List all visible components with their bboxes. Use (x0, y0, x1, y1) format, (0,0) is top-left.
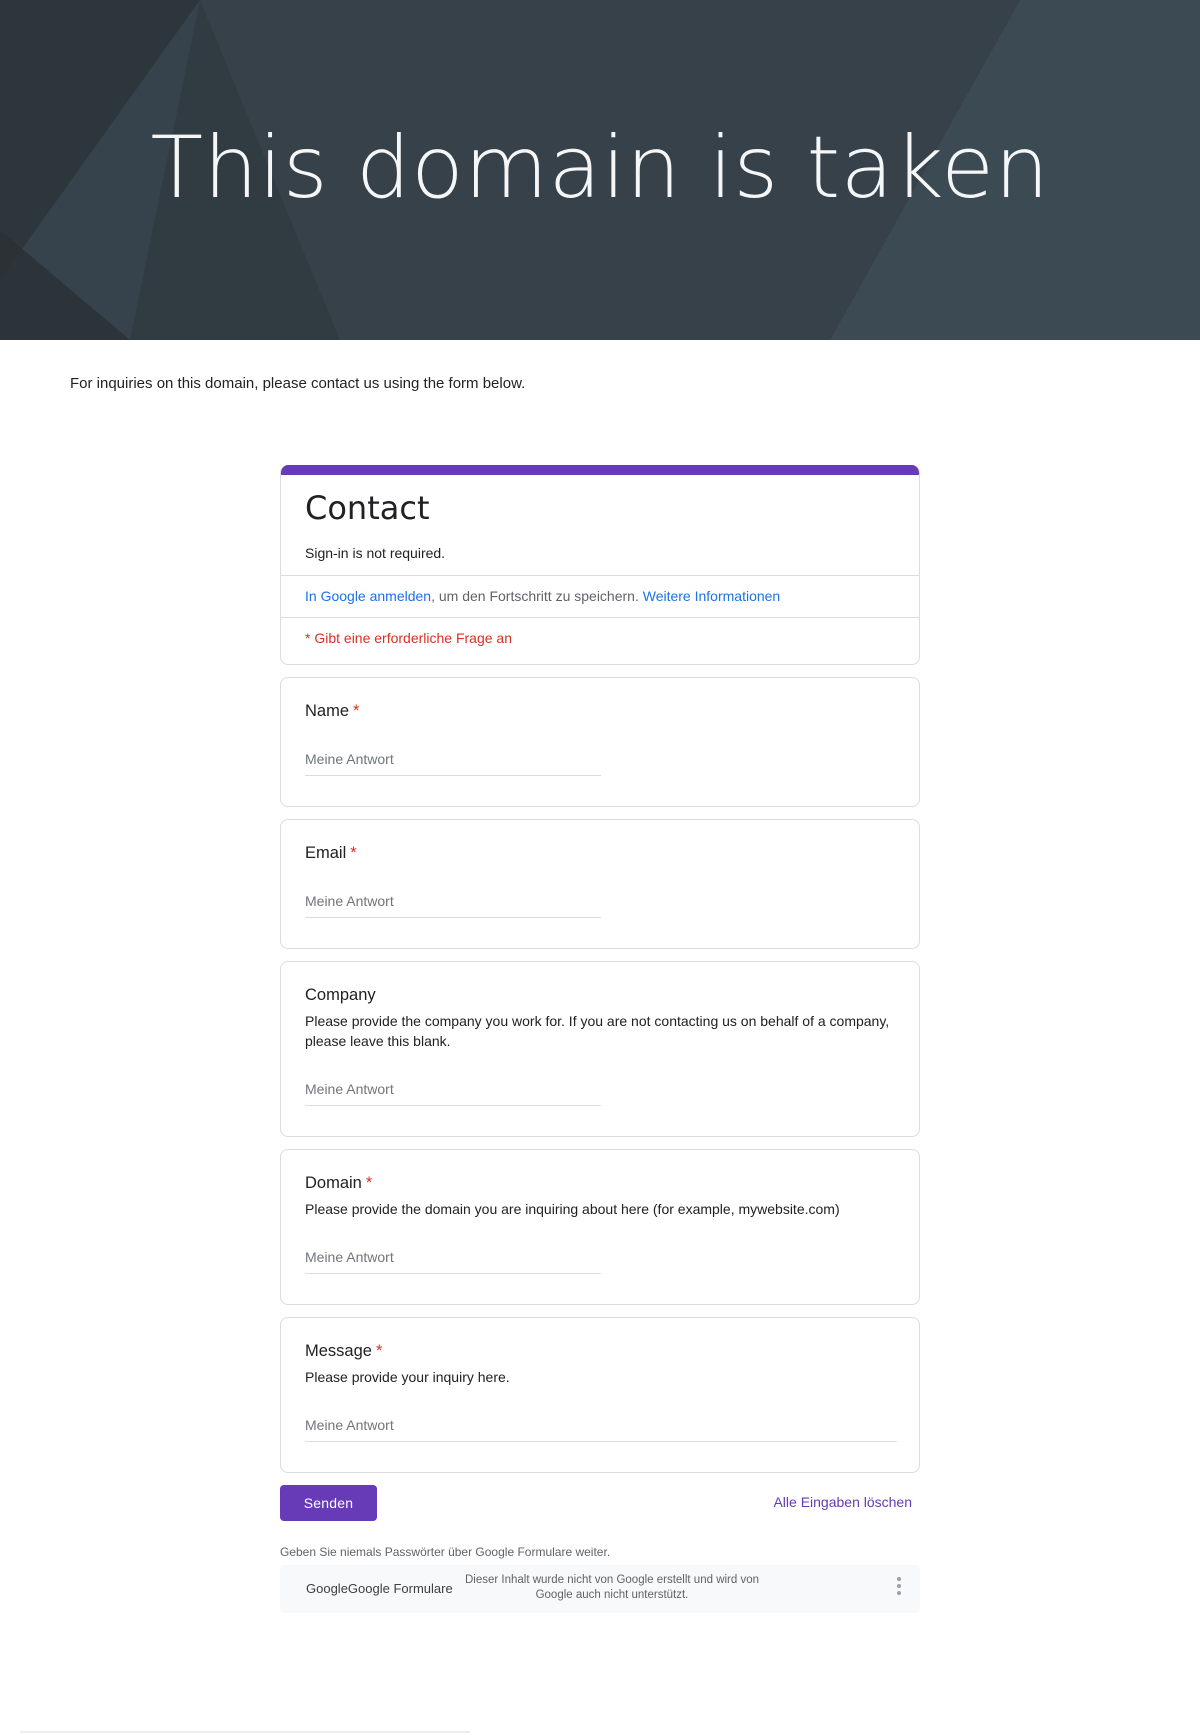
question-title: Domain * (305, 1174, 373, 1192)
form-accent-bar (281, 465, 919, 475)
google-form: Contact Sign-in is not required. In Goog… (280, 465, 920, 1613)
question-card-email: Email * (280, 819, 920, 949)
question-card-name: Name * (280, 677, 920, 807)
hero-banner: This domain is taken (0, 0, 1200, 340)
message-input[interactable] (305, 1411, 897, 1442)
form-actions: Senden Alle Eingaben löschen (280, 1485, 920, 1525)
question-description: Please provide the domain you are inquir… (305, 1201, 840, 1217)
google-signin-link[interactable]: In Google anmelden (305, 588, 431, 604)
signin-row: In Google anmelden, um den Fortschritt z… (281, 576, 919, 617)
more-info-link[interactable]: Weitere Informationen (643, 588, 780, 604)
form-title: Contact (305, 489, 430, 527)
question-card-message: Message * Please provide your inquiry her… (280, 1317, 920, 1473)
company-input[interactable] (305, 1075, 601, 1106)
name-input[interactable] (305, 745, 601, 776)
question-title: Email * (305, 844, 357, 862)
submit-button[interactable]: Senden (280, 1485, 377, 1521)
question-title: Message * (305, 1342, 383, 1360)
required-note: * Gibt eine erforderliche Frage an (305, 630, 512, 646)
question-title: Company (305, 986, 376, 1004)
question-title: Name * (305, 702, 360, 720)
password-warning: Geben Sie niemals Passwörter über Google… (280, 1545, 611, 1559)
question-card-company: Company Please provide the company you w… (280, 961, 920, 1137)
question-description: Please provide the company you work for.… (305, 1013, 890, 1049)
footer-disclaimer: Dieser Inhalt wurde nicht von Google ers… (464, 1574, 760, 1601)
form-header-card: Contact Sign-in is not required. In Goog… (280, 465, 920, 665)
required-star: * (350, 844, 357, 862)
page-bottom-divider (20, 1731, 470, 1733)
google-forms-logo[interactable]: GoogleGoogle Formulare (306, 1581, 453, 1596)
question-card-domain: Domain * Please provide the domain you ar… (280, 1149, 920, 1305)
clear-form-link[interactable]: Alle Eingaben löschen (773, 1494, 912, 1510)
domain-input[interactable] (305, 1243, 601, 1274)
required-star: * (365, 1174, 373, 1192)
signin-text: , um den Fortschritt zu speichern. (431, 588, 643, 604)
intro-text: For inquiries on this domain, please con… (70, 375, 526, 392)
form-description: Sign-in is not required. (305, 545, 446, 561)
required-star: * (353, 702, 360, 720)
hero-title: This domain is taken (150, 118, 1050, 218)
more-vert-icon[interactable] (896, 1577, 902, 1599)
form-footer: GoogleGoogle Formulare Dieser Inhalt wur… (280, 1565, 920, 1613)
required-star: * (375, 1342, 383, 1360)
email-input[interactable] (305, 887, 601, 918)
question-description: Please provide your inquiry here. (305, 1369, 510, 1385)
